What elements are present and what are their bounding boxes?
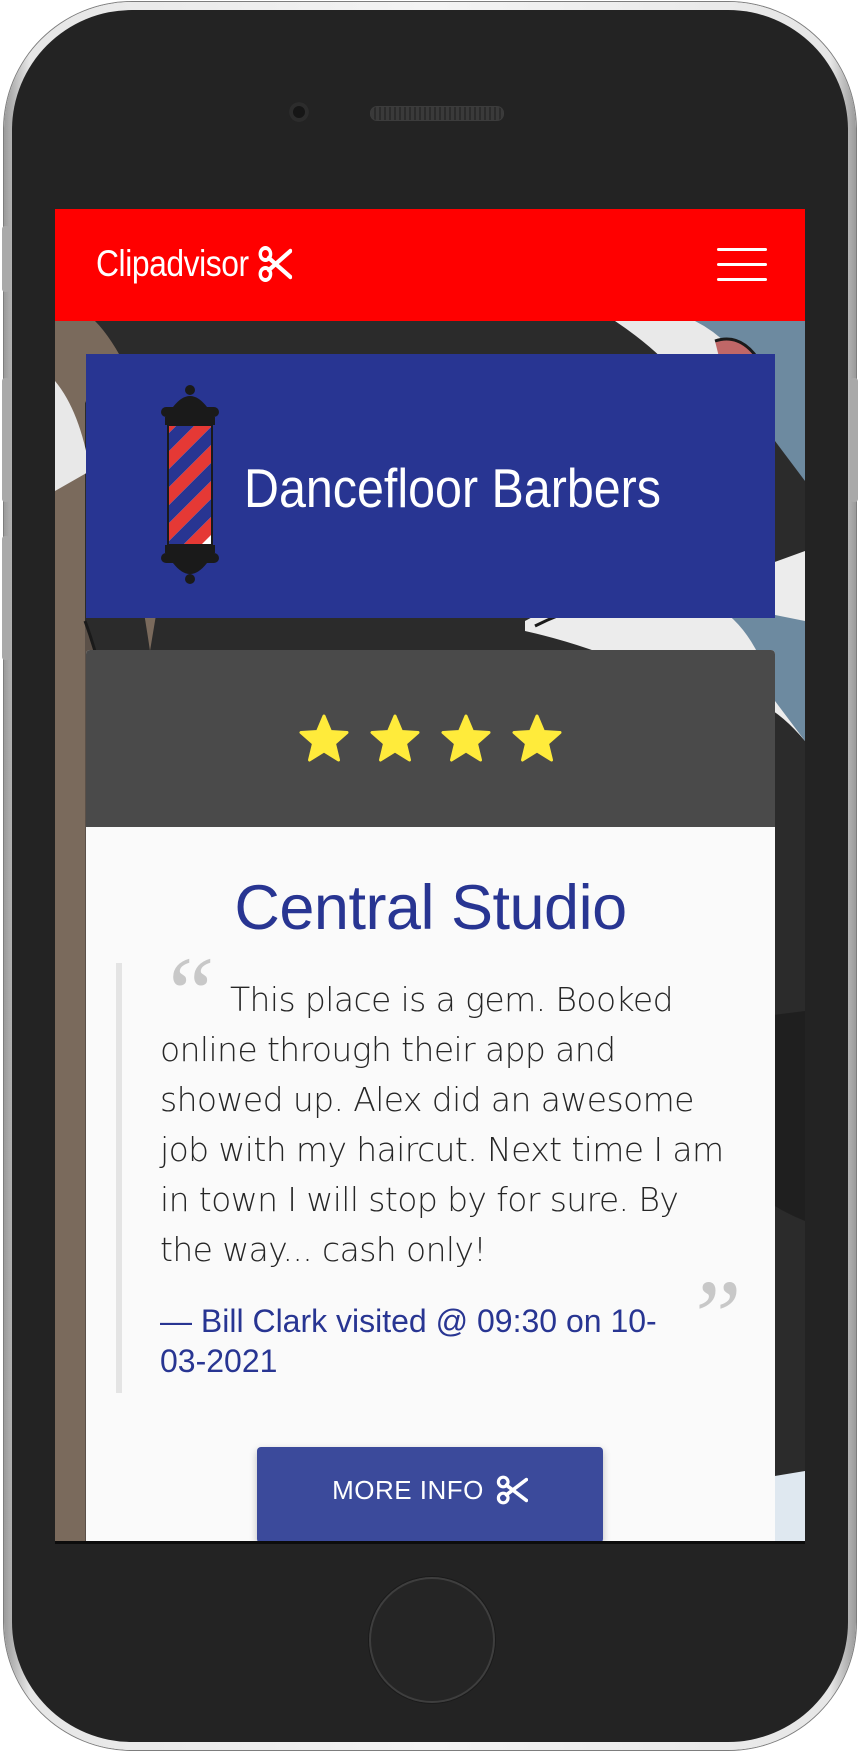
review-quote: “ This place is a gem. Booked online thr… [116,942,742,1393]
volume-up-button [2,378,10,502]
review-attribution: — Bill Clark visited @ 09:30 on 10-03-20… [160,1303,657,1379]
star-icon [299,714,349,761]
star-icon [512,714,562,761]
scissors-icon [496,1475,528,1505]
brand-link[interactable]: Clipadvisor [96,243,292,285]
shop-banner: Dancefloor Barbers [86,354,775,618]
barber-pole-icon [161,385,219,584]
more-info-button[interactable]: MORE INFO [257,1447,603,1543]
more-info-label: MORE INFO [332,1474,484,1505]
power-button [850,378,858,502]
top-navbar: Clipadvisor [55,209,805,321]
earpiece-speaker [370,106,504,121]
volume-down-button [2,536,10,660]
front-camera [289,102,309,122]
screen-edge [55,1541,805,1544]
star-rating [86,650,775,827]
location-title: Central Studio [234,873,627,943]
review-text: This place is a gem. Booked online throu… [160,980,724,1269]
brand-name: Clipadvisor [96,243,249,284]
mute-switch [2,226,10,292]
shop-name: Dancefloor Barbers [244,457,661,519]
app-screen: Clipadvisor Dancefloor Barbers Central S… [55,209,805,1543]
hamburger-menu-icon[interactable] [717,245,767,285]
home-button [369,1577,495,1703]
star-icon [441,714,491,761]
close-quote-mark: ” [684,1259,742,1374]
star-icon [370,714,420,761]
scissors-icon [258,246,292,282]
rating-header [86,650,775,827]
review-card: Central Studio “ This place is a gem. Bo… [86,650,775,1543]
